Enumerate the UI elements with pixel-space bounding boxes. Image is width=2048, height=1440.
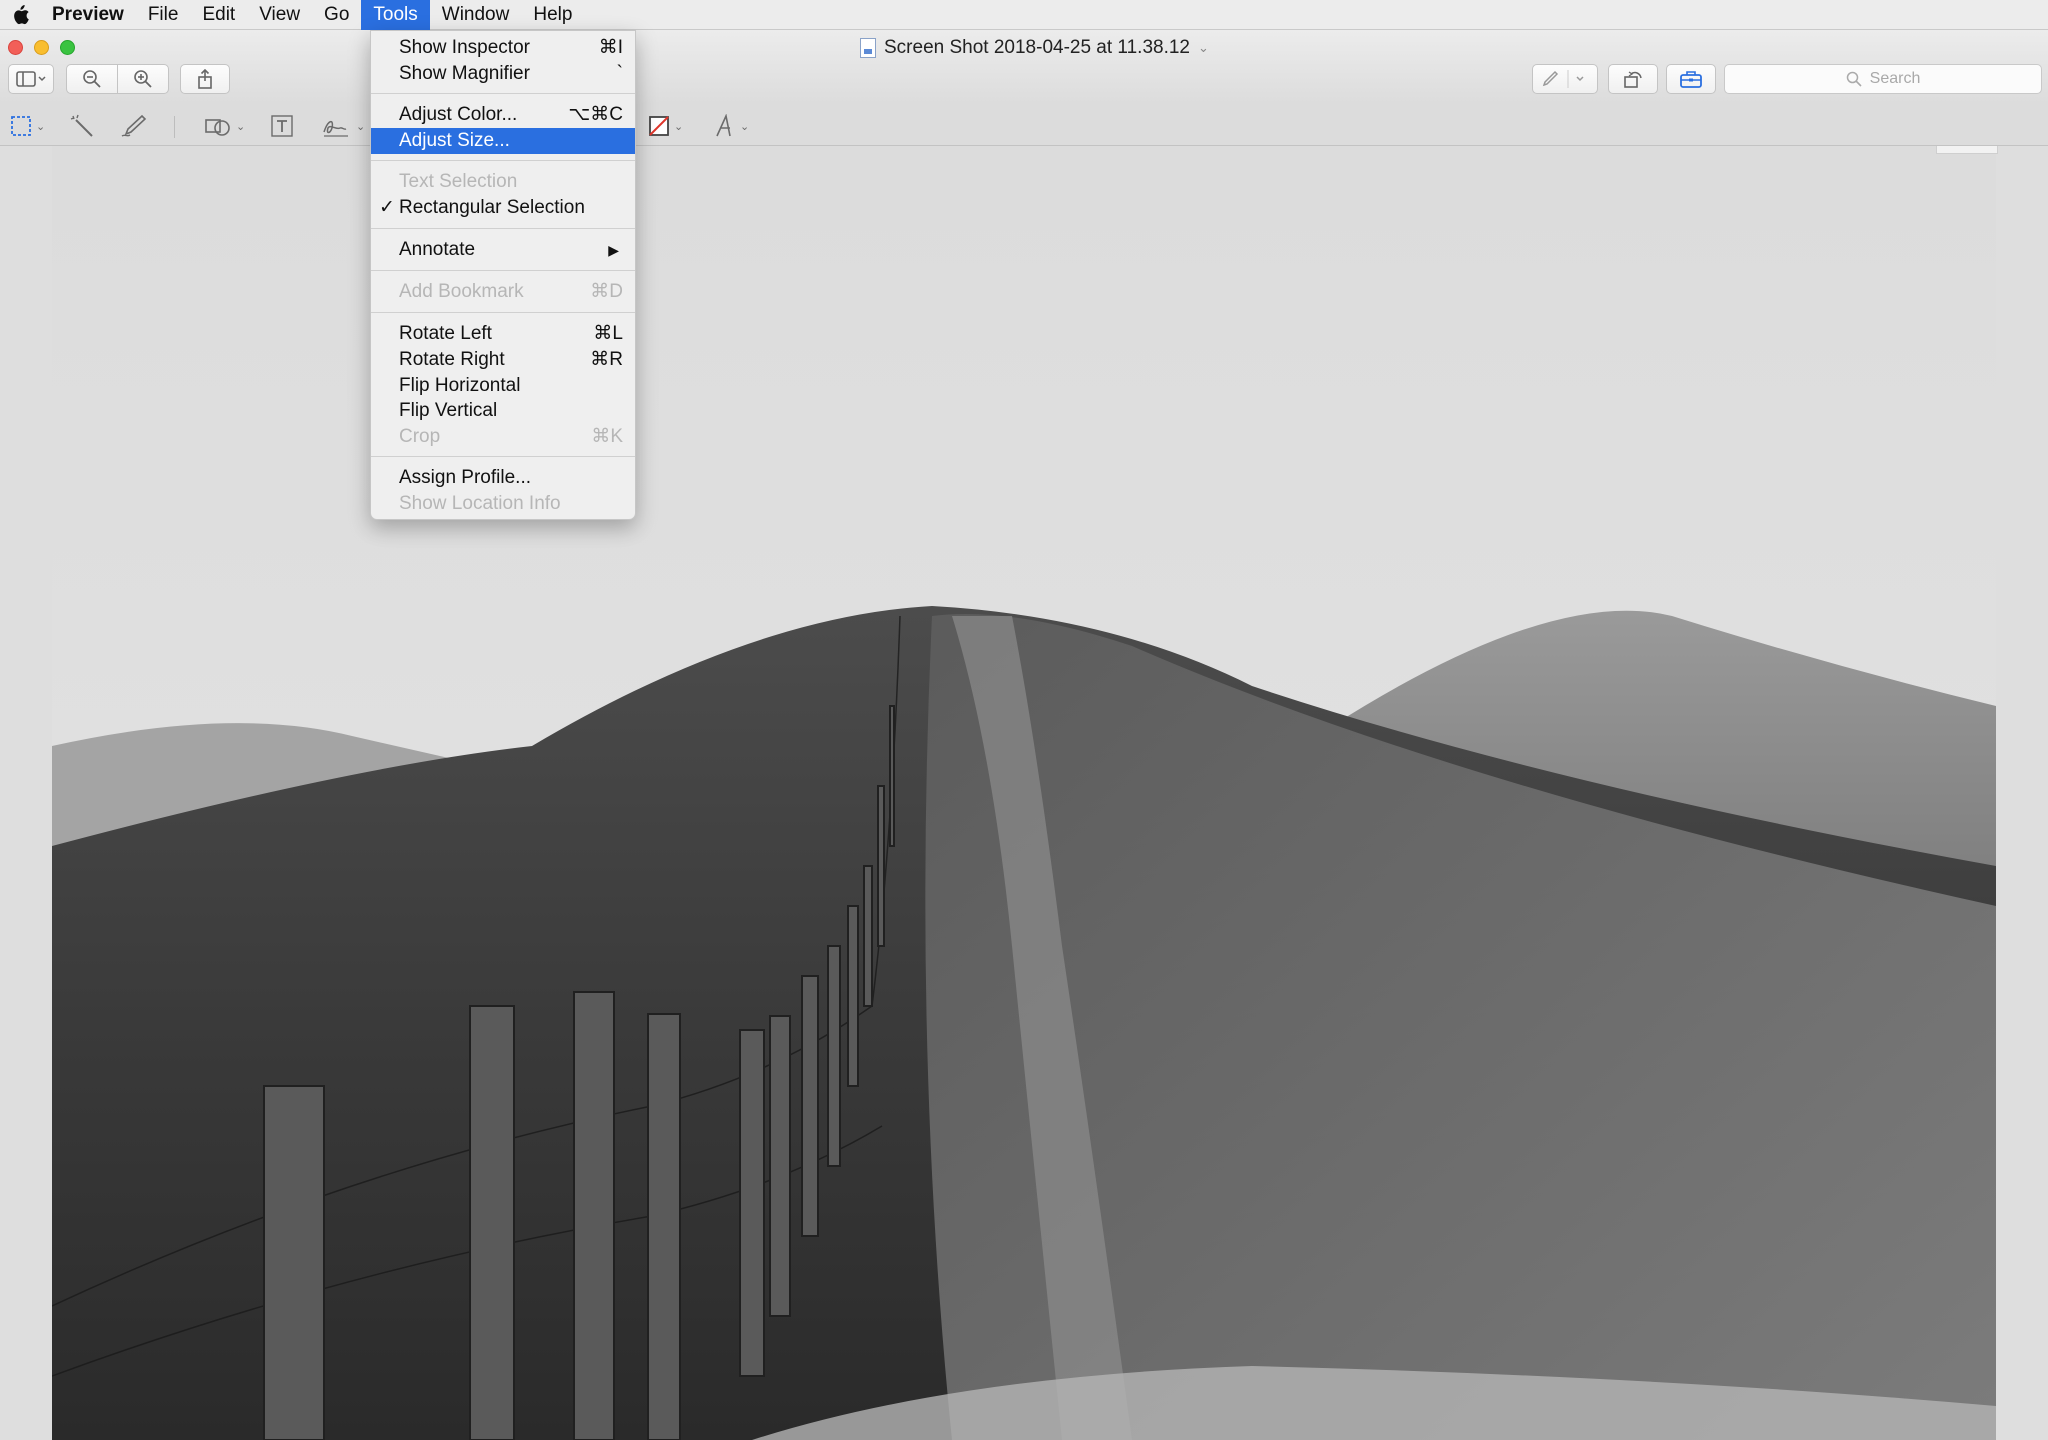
submenu-arrow-icon: ▶ (608, 242, 619, 258)
search-placeholder: Search (1869, 70, 1921, 87)
magic-wand-icon (70, 114, 93, 137)
menu-separator (371, 228, 635, 229)
close-button[interactable] (8, 40, 23, 55)
border-color-tool[interactable]: ⌄ (648, 114, 683, 138)
page-edge-marker (1936, 146, 1998, 154)
share-icon (198, 69, 212, 89)
zoom-out-icon (83, 70, 101, 88)
menu-item-rotate-left[interactable]: Rotate Left ⌘L (371, 321, 635, 347)
menu-file[interactable]: File (136, 0, 191, 30)
zoom-window-button[interactable] (60, 40, 75, 55)
menu-item-rotate-right[interactable]: Rotate Right ⌘R (371, 347, 635, 373)
menu-item-show-inspector[interactable]: Show Inspector ⌘I (371, 35, 635, 61)
menu-item-annotate[interactable]: Annotate ▶ (371, 237, 635, 263)
sketch-icon (121, 114, 147, 137)
menu-item-show-magnifier[interactable]: Show Magnifier ` (371, 61, 635, 87)
menu-bar: Preview File Edit View Go Tools Window H… (0, 0, 2048, 30)
text-box-icon (271, 115, 293, 137)
sidebar-icon (16, 71, 46, 87)
zoom-in-icon (134, 70, 152, 88)
menu-separator (371, 312, 635, 313)
menu-item-crop[interactable]: Crop ⌘K (371, 424, 635, 450)
menu-window[interactable]: Window (430, 0, 522, 30)
shapes-tool[interactable]: ⌄ (204, 114, 245, 138)
menu-item-adjust-size[interactable]: Adjust Size... (371, 128, 635, 154)
zoom-in-button[interactable] (117, 64, 169, 94)
markup-toolbox-button[interactable] (1666, 64, 1716, 94)
search-icon (1846, 71, 1862, 87)
markup-bar: ⌄ ⌄ ⌄ ⌄ ⌄ (0, 104, 2048, 146)
menu-tools[interactable]: Tools (361, 0, 430, 30)
rotate-button[interactable] (1608, 64, 1658, 94)
menu-separator (371, 160, 635, 161)
landscape-photo (52, 146, 1996, 1440)
document-canvas[interactable] (0, 146, 2048, 1440)
signature-tool[interactable]: ⌄ (322, 114, 365, 138)
menu-item-add-bookmark[interactable]: Add Bookmark ⌘D (371, 279, 635, 305)
tools-menu: Show Inspector ⌘I Show Magnifier ` Adjus… (370, 30, 636, 520)
signature-icon (323, 120, 348, 137)
search-field[interactable]: Search (1724, 64, 2042, 94)
menu-view[interactable]: View (247, 0, 312, 30)
menu-separator (371, 270, 635, 271)
checkmark-icon: ✓ (379, 197, 395, 218)
rotate-icon (1624, 71, 1642, 88)
pen-icon (1542, 70, 1584, 88)
shapes-icon (205, 119, 230, 136)
sidebar-button[interactable] (8, 64, 54, 94)
menu-edit[interactable]: Edit (190, 0, 247, 30)
chevron-down-icon: ⌄ (1198, 40, 1209, 55)
sketch-tool[interactable] (120, 114, 148, 138)
menu-item-flip-vertical[interactable]: Flip Vertical (371, 398, 635, 424)
menu-item-text-selection[interactable]: Text Selection (371, 169, 635, 195)
menu-item-flip-horizontal[interactable]: Flip Horizontal (371, 373, 635, 399)
share-button[interactable] (180, 64, 230, 94)
zoom-out-button[interactable] (66, 64, 118, 94)
apple-icon[interactable] (0, 0, 40, 30)
document-image (52, 146, 1996, 1440)
rectangular-selection-icon (11, 116, 31, 136)
menu-go[interactable]: Go (312, 0, 361, 30)
menu-preview[interactable]: Preview (40, 0, 136, 30)
minimize-button[interactable] (34, 40, 49, 55)
text-tool[interactable] (270, 114, 294, 138)
border-color-icon (649, 116, 669, 136)
menu-item-rectangular-selection[interactable]: ✓ Rectangular Selection (371, 195, 635, 221)
markup-toolbar-button[interactable] (1532, 64, 1598, 94)
instant-alpha-tool[interactable] (70, 114, 94, 138)
selection-tool[interactable]: ⌄ (10, 114, 45, 138)
document-icon (860, 38, 876, 58)
menu-help[interactable]: Help (521, 0, 584, 30)
menu-item-show-location-info[interactable]: Show Location Info (371, 491, 635, 517)
toolbar-divider (174, 116, 175, 138)
font-icon (716, 114, 731, 137)
menu-item-assign-profile[interactable]: Assign Profile... (371, 465, 635, 491)
window-title-text: Screen Shot 2018-04-25 at 11.38.12 (884, 37, 1190, 58)
menu-item-adjust-color[interactable]: Adjust Color... ⌥⌘C (371, 102, 635, 128)
toolbox-icon (1680, 71, 1702, 88)
menu-separator (371, 456, 635, 457)
text-style-tool[interactable]: ⌄ (714, 114, 749, 138)
window-title[interactable]: Screen Shot 2018-04-25 at 11.38.12 ⌄ (860, 34, 1209, 62)
menu-separator (371, 93, 635, 94)
